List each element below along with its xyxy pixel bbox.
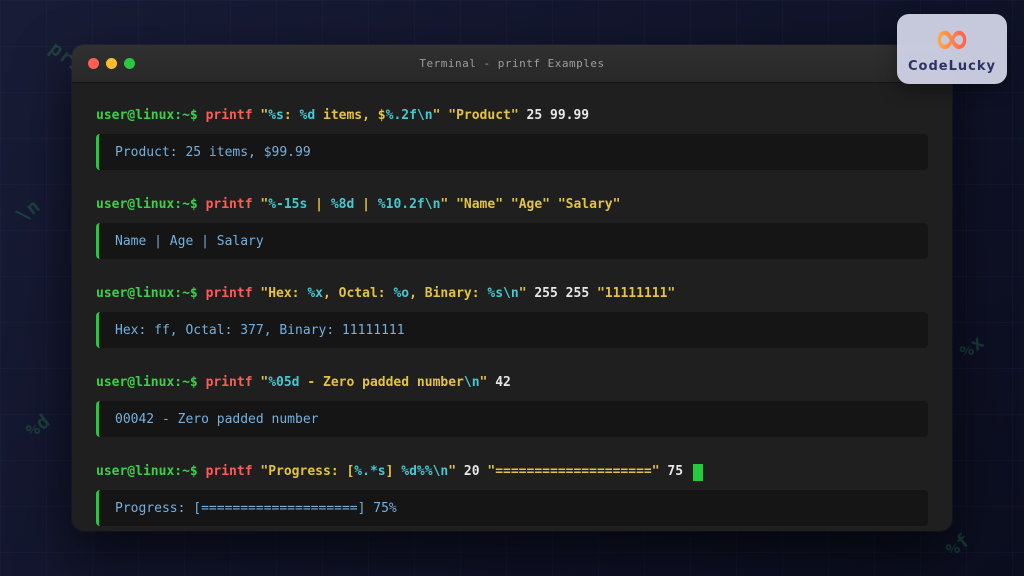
command-segment: user@linux:~$	[96, 285, 206, 303]
terminal-entry: user@linux:~$ printf "Hex: %x, Octal: %o…	[96, 285, 928, 348]
brand-name: CodeLucky	[908, 59, 996, 74]
command-segment: printf	[206, 463, 261, 481]
output-text: Hex: ff, Octal: 377, Binary: 11111111	[115, 323, 405, 338]
command-segment: %.*s	[354, 463, 385, 481]
command-segment: "===================="	[487, 463, 659, 481]
terminal-entry: user@linux:~$ printf "%05d - Zero padded…	[96, 374, 928, 437]
command-segment: %-15s	[268, 196, 307, 214]
command-segment: " "Name" "Age" "Salary"	[440, 196, 620, 214]
window-title: Terminal - printf Examples	[72, 57, 952, 70]
command-segment: "Progress: [	[260, 463, 354, 481]
command-segment: 255 255	[534, 285, 597, 303]
terminal-window: Terminal - printf Examples user@linux:~$…	[72, 45, 952, 531]
desktop-background: printf \n %d %x %f Terminal - printf Exa…	[0, 0, 1024, 576]
command-segment: %.2f\n	[386, 107, 433, 125]
output-box: Progress: [====================] 75%	[96, 490, 928, 526]
watermark-newline: \n	[12, 195, 45, 228]
command-segment: printf	[206, 285, 261, 303]
command-segment: %8d	[331, 196, 354, 214]
output-text: Product: 25 items, $99.99	[115, 145, 311, 160]
command-segment: 75	[660, 463, 691, 481]
brand-badge: ∞ CodeLucky	[897, 14, 1007, 84]
command-line: user@linux:~$ printf "Progress: [%.*s] %…	[96, 463, 928, 481]
terminal-titlebar[interactable]: Terminal - printf Examples	[72, 45, 952, 83]
output-text: Name | Age | Salary	[115, 234, 264, 249]
command-segment: %d%%\n	[401, 463, 448, 481]
command-segment: "Hex:	[260, 285, 307, 303]
command-segment: user@linux:~$	[96, 463, 206, 481]
terminal-entry: user@linux:~$ printf "%s: %d items, $%.2…	[96, 107, 928, 170]
terminal-entry: user@linux:~$ printf "%-15s | %8d | %10.…	[96, 196, 928, 259]
command-segment: %x	[307, 285, 323, 303]
terminal-entry: user@linux:~$ printf "Progress: [%.*s] %…	[96, 463, 928, 526]
command-segment: "	[260, 374, 268, 392]
command-line: user@linux:~$ printf "%s: %d items, $%.2…	[96, 107, 928, 125]
command-segment: %s	[268, 107, 284, 125]
command-segment: user@linux:~$	[96, 374, 206, 392]
command-segment: printf	[206, 196, 261, 214]
command-line: user@linux:~$ printf "Hex: %x, Octal: %o…	[96, 285, 928, 303]
command-line: user@linux:~$ printf "%-15s | %8d | %10.…	[96, 196, 928, 214]
command-segment: " "Product"	[433, 107, 527, 125]
watermark-percent-x: %x	[956, 331, 989, 364]
command-segment: "	[519, 285, 535, 303]
command-segment: |	[307, 196, 330, 214]
command-segment: , Octal:	[323, 285, 393, 303]
watermark-percent-d: %d	[22, 410, 55, 443]
output-box: Hex: ff, Octal: 377, Binary: 11111111	[96, 312, 928, 348]
command-segment: user@linux:~$	[96, 107, 206, 125]
command-segment: ]	[386, 463, 402, 481]
command-segment: , Binary:	[409, 285, 487, 303]
command-segment: "	[260, 196, 268, 214]
output-box: Product: 25 items, $99.99	[96, 134, 928, 170]
command-line: user@linux:~$ printf "%05d - Zero padded…	[96, 374, 928, 392]
command-segment: 20	[464, 463, 487, 481]
command-segment: printf	[206, 374, 261, 392]
command-segment: 25 99.99	[527, 107, 590, 125]
command-segment: "	[480, 374, 496, 392]
command-segment: %o	[393, 285, 409, 303]
command-segment: items, $	[315, 107, 385, 125]
command-segment: %s\n	[487, 285, 518, 303]
command-segment: "	[260, 107, 268, 125]
codelucky-logo-icon: ∞	[934, 24, 971, 58]
output-text: 00042 - Zero padded number	[115, 412, 319, 427]
command-segment: "11111111"	[597, 285, 675, 303]
command-segment: \n	[464, 374, 480, 392]
command-segment: 42	[495, 374, 511, 392]
command-segment: %05d	[268, 374, 299, 392]
output-box: 00042 - Zero padded number	[96, 401, 928, 437]
command-segment: - Zero padded number	[300, 374, 464, 392]
command-segment: user@linux:~$	[96, 196, 206, 214]
command-segment: :	[284, 107, 300, 125]
output-text: Progress: [====================] 75%	[115, 501, 397, 516]
terminal-cursor[interactable]	[693, 464, 703, 481]
command-segment: printf	[206, 107, 261, 125]
output-box: Name | Age | Salary	[96, 223, 928, 259]
command-segment: "	[448, 463, 464, 481]
terminal-content: user@linux:~$ printf "%s: %d items, $%.2…	[72, 83, 952, 526]
command-segment: %d	[300, 107, 316, 125]
watermark-percent-f: %f	[942, 529, 975, 562]
command-segment: %10.2f\n	[378, 196, 441, 214]
command-segment: |	[354, 196, 377, 214]
